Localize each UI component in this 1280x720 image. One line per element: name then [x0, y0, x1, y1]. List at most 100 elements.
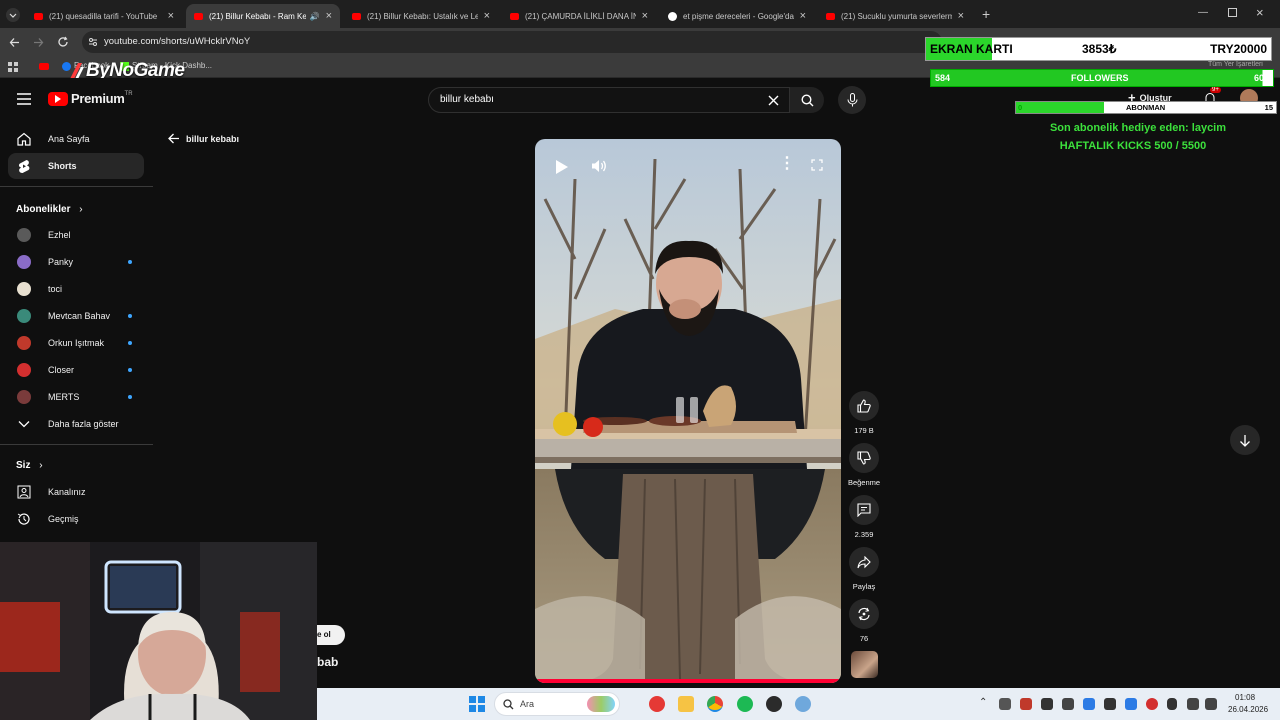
subscription-current: 0 — [1018, 103, 1023, 112]
apps-grid-icon[interactable] — [8, 62, 18, 72]
voice-search-button[interactable] — [838, 86, 866, 114]
chevron-up-icon[interactable]: ⌃ — [979, 697, 987, 708]
new-content-dot — [128, 368, 132, 372]
volume-icon[interactable] — [591, 158, 607, 174]
subscribe-button-partial[interactable]: e ol — [317, 625, 345, 645]
browser-tab[interactable]: (21) Sucuklu yumurta severlerm × — [818, 4, 972, 28]
sidebar-channel[interactable]: Mevtcan Bahav — [8, 303, 144, 329]
sidebar-channel[interactable]: Panky — [8, 249, 144, 275]
sidebar-channel[interactable]: MERTS — [8, 384, 144, 410]
tray-icon[interactable] — [1062, 698, 1074, 710]
chrome-icon[interactable] — [707, 696, 723, 712]
close-window-button[interactable]: × — [1256, 5, 1264, 20]
microphone-icon — [847, 93, 857, 107]
tab-search-button[interactable] — [6, 8, 20, 22]
tray-icon[interactable] — [1020, 698, 1032, 710]
share-button[interactable] — [849, 547, 879, 577]
sidebar-item-your-channel[interactable]: Kanalınız — [8, 479, 144, 505]
sidebar-channel[interactable]: toci — [8, 276, 144, 302]
search-button[interactable] — [790, 87, 824, 113]
tray-icon[interactable] — [1146, 698, 1158, 710]
new-content-dot — [128, 341, 132, 345]
start-button[interactable] — [469, 696, 485, 712]
fullscreen-icon[interactable] — [811, 159, 823, 171]
new-tab-button[interactable]: + — [982, 6, 990, 22]
tray-icon[interactable] — [1083, 698, 1095, 710]
dislike-button[interactable] — [849, 443, 879, 473]
browser-tab-active[interactable]: (21) Billur Kebabı - Ram Kel 🔊 × — [186, 4, 340, 28]
reload-icon[interactable] — [57, 36, 69, 48]
back-to-search[interactable]: billur kebabı — [168, 133, 239, 144]
browser-tab[interactable]: (21) quesadilla tarifi - YouTube × — [26, 4, 182, 28]
microphone-icon[interactable] — [1167, 698, 1177, 710]
menu-hamburger-icon[interactable] — [17, 93, 31, 105]
remix-button[interactable] — [849, 599, 879, 629]
close-tab-icon[interactable]: × — [484, 10, 490, 22]
network-icon[interactable] — [1187, 698, 1199, 710]
close-tab-icon[interactable]: × — [800, 10, 806, 22]
file-explorer-icon[interactable] — [678, 696, 694, 712]
browser-tab[interactable]: (21) Billur Kebabı: Ustalık ve Le × — [344, 4, 498, 28]
next-video-button[interactable] — [1230, 425, 1260, 455]
tray-icon[interactable] — [1041, 698, 1053, 710]
subscription-goal-fill — [1016, 102, 1104, 113]
sidebar-divider — [0, 444, 153, 445]
close-tab-icon[interactable]: × — [168, 10, 174, 22]
back-arrow-icon[interactable] — [9, 37, 20, 48]
sidebar-channel[interactable]: Ezhel — [8, 222, 144, 248]
media-player-icon[interactable] — [649, 696, 665, 712]
tray-icon[interactable] — [1125, 698, 1137, 710]
tray-icon[interactable] — [999, 698, 1011, 710]
sidebar-item-history[interactable]: Geçmiş — [8, 506, 144, 532]
user-icon — [16, 484, 32, 500]
youtube-bookmark-icon[interactable] — [39, 63, 49, 70]
close-tab-icon[interactable]: × — [326, 10, 332, 22]
dislike-label: Beğenme — [847, 478, 881, 487]
volume-icon[interactable] — [1205, 698, 1217, 710]
forward-arrow-icon[interactable] — [33, 37, 44, 48]
maximize-button[interactable] — [1228, 8, 1237, 17]
youtube-premium-logo[interactable]: Premium TR — [48, 91, 133, 106]
site-info-icon[interactable] — [88, 37, 98, 47]
back-arrow-icon — [168, 133, 179, 144]
more-options-icon[interactable]: ⋮ — [779, 153, 795, 173]
spotify-icon[interactable] — [737, 696, 753, 712]
clock-date[interactable]: 26.04.2026 — [1228, 705, 1268, 714]
settings-gear-icon[interactable] — [795, 696, 811, 712]
shorts-video-player[interactable]: ⋮ — [535, 139, 841, 683]
followers-label: FOLLOWERS — [1071, 73, 1129, 83]
audio-playing-icon[interactable]: 🔊 — [310, 12, 320, 21]
you-heading[interactable]: Siz › — [16, 460, 43, 471]
sound-thumbnail[interactable] — [851, 651, 878, 678]
taskbar-search[interactable]: Ara — [494, 692, 620, 716]
subscriptions-heading[interactable]: Abonelikler › — [16, 204, 83, 215]
channel-avatar — [17, 390, 31, 404]
comments-button[interactable] — [849, 495, 879, 525]
tray-icon[interactable] — [1104, 698, 1116, 710]
minimize-button[interactable]: — — [1198, 7, 1208, 18]
bookmark-all-bookmarks[interactable]: Tüm Yer İşaretleri — [1208, 61, 1263, 68]
clear-search-icon[interactable] — [768, 95, 779, 106]
sidebar-channel[interactable]: Closer — [8, 357, 144, 383]
browser-tab[interactable]: et pişme dereceleri - Google'da × — [660, 4, 814, 28]
sidebar-channel[interactable]: Orkun Işıtmak — [8, 330, 144, 356]
close-tab-icon[interactable]: × — [958, 10, 964, 22]
play-icon[interactable] — [555, 159, 569, 175]
chevron-down-icon — [16, 416, 32, 432]
sidebar-item-shorts[interactable]: Shorts — [8, 153, 144, 179]
donation-goal-widget: EKRAN KARTI 3853₺ TRY20000 — [925, 37, 1272, 61]
search-input[interactable]: billur kebabı — [428, 87, 790, 113]
channel-avatar — [17, 282, 31, 296]
clock-time[interactable]: 01:08 — [1235, 693, 1255, 702]
obs-icon[interactable] — [766, 696, 782, 712]
share-label: Paylaş — [852, 582, 876, 591]
like-button[interactable] — [849, 391, 879, 421]
browser-tab[interactable]: (21) ÇAMURDA İLİKLİ DANA İN × — [502, 4, 656, 28]
youtube-icon — [34, 12, 43, 20]
followers-goal: 600 — [1253, 73, 1269, 83]
address-bar[interactable]: youtube.com/shorts/uWHcklrVNoY — [82, 31, 942, 53]
sidebar-item-home[interactable]: Ana Sayfa — [8, 126, 144, 152]
close-tab-icon[interactable]: × — [642, 10, 648, 22]
show-more-button[interactable]: Daha fazla göster — [8, 411, 144, 437]
history-icon — [16, 511, 32, 527]
